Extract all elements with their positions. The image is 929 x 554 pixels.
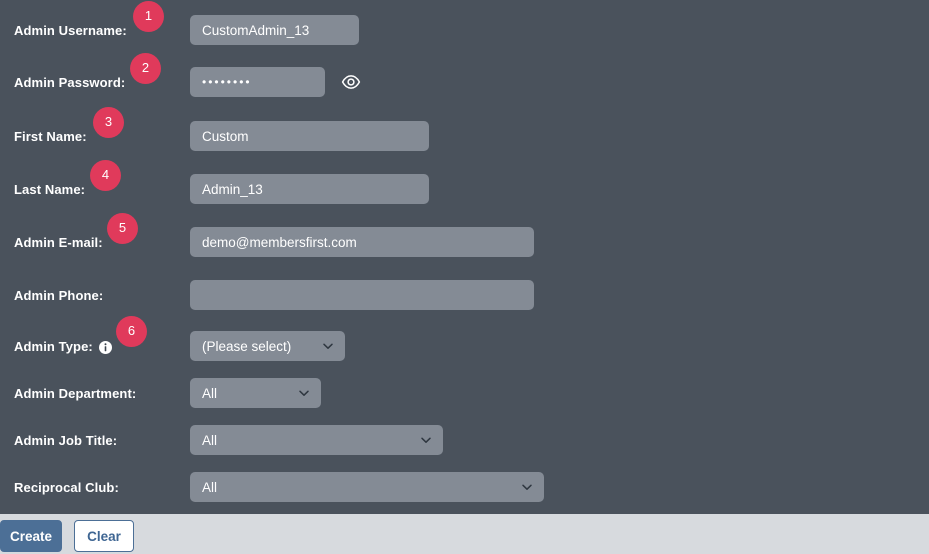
form-row-reciprocal_club: Reciprocal Club: All (0, 467, 929, 507)
label-last_name: Last Name: (14, 169, 85, 209)
input-first_name[interactable] (190, 121, 429, 151)
form-row-admin_phone: Admin Phone: (0, 275, 929, 315)
label-text-admin_username: Admin Username: (14, 22, 127, 38)
admin-creation-form: Admin Username: 1 Admin Password: 2 First Na… (0, 0, 929, 514)
label-admin_email: Admin E-mail: (14, 222, 103, 262)
callout-badge-number: 2 (141, 60, 150, 75)
select-value-admin_department: All (202, 385, 218, 401)
callout-badge-number: 4 (101, 167, 110, 182)
select-value-admin_type: (Please select) (202, 338, 292, 354)
label-first_name: First Name: (14, 116, 87, 156)
input-admin_phone[interactable] (190, 280, 534, 310)
form-row-admin_password: Admin Password: 2 (0, 53, 929, 102)
label-text-admin_job_title: Admin Job Title: (14, 432, 118, 448)
label-text-admin_password: Admin Password: (14, 74, 126, 90)
eye-icon[interactable] (341, 73, 361, 91)
callout-badge-bubble: 2 (130, 53, 161, 84)
callout-badge-number: 3 (104, 114, 113, 129)
label-admin_type: Admin Type: (14, 326, 112, 366)
label-text-last_name: Last Name: (14, 181, 86, 197)
label-admin_password: Admin Password: (14, 62, 125, 102)
select-admin_job_title[interactable]: All (190, 425, 443, 455)
callout-badge-bubble: 6 (116, 316, 147, 347)
input-last_name[interactable] (190, 174, 429, 204)
form-row-first_name: First Name: 3 (0, 107, 929, 156)
label-admin_job_title: Admin Job Title: (14, 420, 117, 460)
label-text-first_name: First Name: (14, 128, 87, 144)
callout-badge-number: 5 (118, 220, 127, 235)
form-row-admin_department: Admin Department: All (0, 373, 929, 413)
form-row-admin_type: Admin Type: (Please select) 6 (0, 316, 929, 366)
form-row-last_name: Last Name: 4 (0, 160, 929, 209)
form-row-admin_username: Admin Username: 1 (0, 1, 929, 50)
callout-badge-6: 6 (111, 316, 147, 347)
form-row-admin_email: Admin E-mail: 5 (0, 213, 929, 262)
create-button[interactable]: Create (0, 520, 62, 552)
chevron-down-icon (321, 339, 335, 353)
label-text-reciprocal_club: Reciprocal Club: (14, 479, 119, 495)
label-text-admin_type: Admin Type: (14, 338, 93, 354)
input-admin_password[interactable] (190, 67, 325, 97)
label-admin_phone: Admin Phone: (14, 275, 103, 315)
input-admin_email[interactable] (190, 227, 534, 257)
info-icon[interactable] (98, 340, 112, 354)
callout-badge-1: 1 (128, 1, 164, 32)
input-admin_username[interactable] (190, 15, 359, 45)
clear-button[interactable]: Clear (74, 520, 134, 552)
chevron-down-icon (520, 480, 534, 494)
chevron-down-icon (419, 433, 433, 447)
label-admin_username: Admin Username: (14, 10, 127, 50)
callout-badge-bubble: 4 (90, 160, 121, 191)
callout-badge-5: 5 (102, 213, 138, 244)
select-value-admin_job_title: All (202, 432, 218, 448)
callout-badge-3: 3 (88, 107, 124, 138)
callout-badge-2: 2 (125, 53, 161, 84)
label-text-admin_email: Admin E-mail: (14, 234, 103, 250)
callout-badge-bubble: 5 (107, 213, 138, 244)
label-text-admin_department: Admin Department: (14, 385, 137, 401)
select-admin_type[interactable]: (Please select) (190, 331, 345, 361)
callout-badge-bubble: 1 (133, 1, 164, 32)
callout-badge-4: 4 (85, 160, 121, 191)
label-admin_department: Admin Department: (14, 373, 136, 413)
label-reciprocal_club: Reciprocal Club: (14, 467, 119, 507)
form-action-bar: Create Clear (0, 514, 929, 554)
select-value-reciprocal_club: All (202, 479, 218, 495)
select-reciprocal_club[interactable]: All (190, 472, 544, 502)
form-row-admin_job_title: Admin Job Title: All (0, 420, 929, 460)
chevron-down-icon (297, 386, 311, 400)
label-text-admin_phone: Admin Phone: (14, 287, 104, 303)
select-admin_department[interactable]: All (190, 378, 321, 408)
callout-badge-number: 6 (127, 323, 136, 338)
callout-badge-number: 1 (144, 8, 153, 23)
callout-badge-bubble: 3 (93, 107, 124, 138)
